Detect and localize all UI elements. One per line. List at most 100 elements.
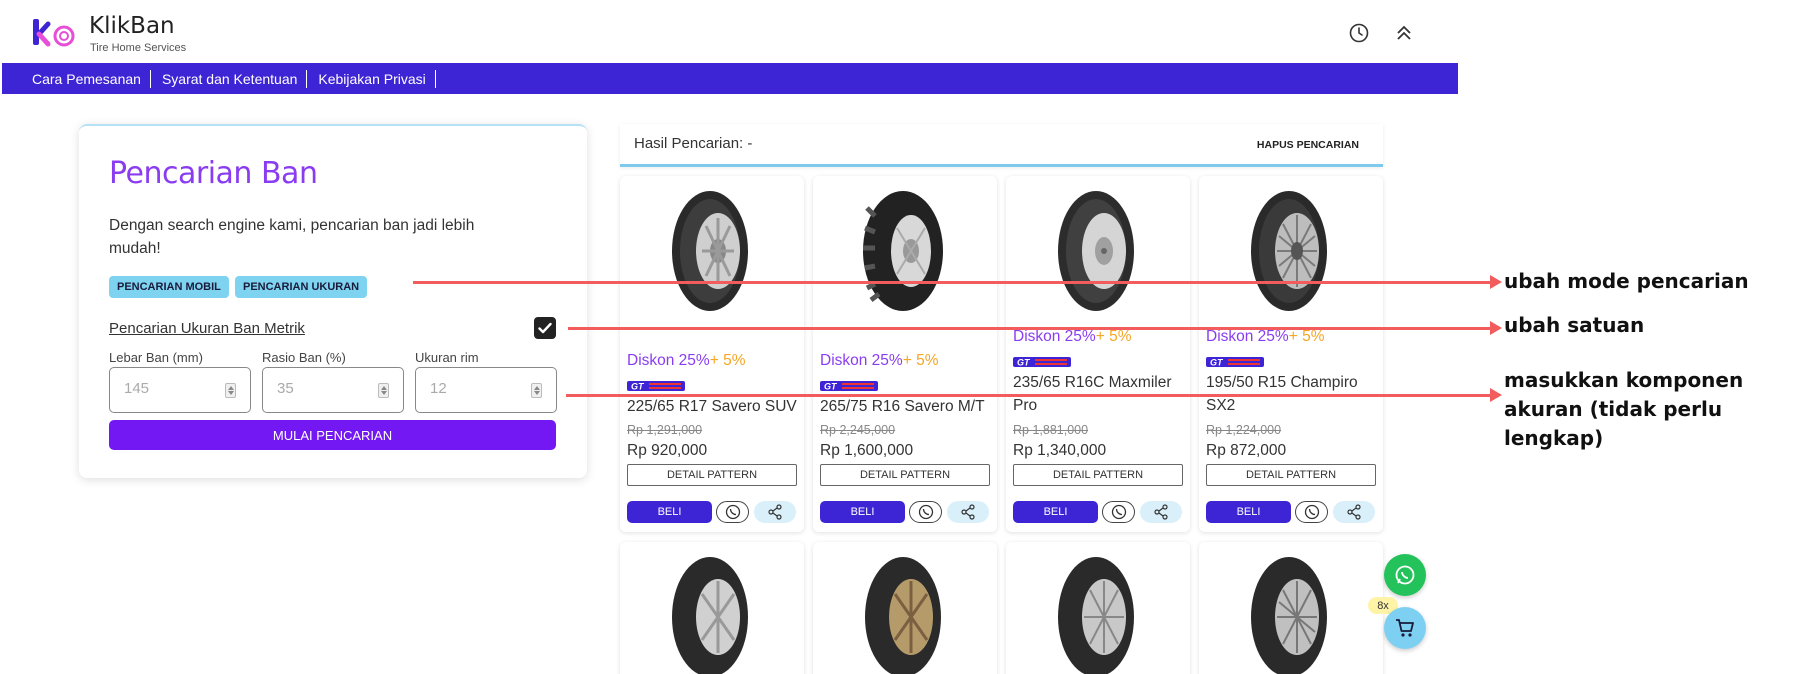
whatsapp-icon xyxy=(1395,565,1415,585)
detail-pattern-button[interactable]: DETAIL PATTERN xyxy=(1013,464,1183,486)
results-title: Hasil Pencarian: - xyxy=(634,135,753,152)
aspect-ratio-input[interactable] xyxy=(262,367,404,413)
sale-price: Rp 920,000 xyxy=(627,442,708,459)
sale-price: Rp 872,000 xyxy=(1206,442,1287,459)
spinner-icon[interactable] xyxy=(378,383,389,398)
results-header: Hasil Pencarian: - HAPUS PENCARIAN xyxy=(620,124,1383,167)
spinner-icon[interactable] xyxy=(531,383,542,398)
brand-name: KlikBan xyxy=(89,13,175,39)
nav-item-syarat-ketentuan[interactable]: Syarat dan Ketentuan xyxy=(162,71,297,87)
metric-size-label[interactable]: Pencarian Ukuran Ban Metrik xyxy=(109,320,305,337)
whatsapp-float-button[interactable] xyxy=(1384,554,1426,596)
annotation-arrow xyxy=(413,281,1493,284)
rim-size-input[interactable] xyxy=(415,367,557,413)
product-card[interactable] xyxy=(1199,542,1383,674)
discount-extra: + 5% xyxy=(709,352,746,369)
detail-pattern-button[interactable]: DETAIL PATTERN xyxy=(627,464,797,486)
detail-pattern-button[interactable]: DETAIL PATTERN xyxy=(1206,464,1376,486)
discount-extra: + 5% xyxy=(1095,328,1132,345)
klikban-logo-icon[interactable] xyxy=(30,16,80,50)
share-button[interactable] xyxy=(1333,501,1375,523)
annotation-arrowhead-icon xyxy=(1490,275,1502,289)
sale-price: Rp 1,600,000 xyxy=(820,442,914,459)
tire-image xyxy=(672,191,748,311)
whatsapp-share-button[interactable] xyxy=(1102,501,1135,523)
share-button[interactable] xyxy=(1140,501,1182,523)
chevron-double-up-icon[interactable] xyxy=(1391,20,1417,46)
nav-item-cara-pemesanan[interactable]: Cara Pemesanan xyxy=(32,71,141,87)
whatsapp-icon xyxy=(918,504,933,520)
whatsapp-share-button[interactable] xyxy=(1295,501,1328,523)
product-name[interactable]: 265/75 R16 Savero M/T xyxy=(820,395,996,418)
nav-divider xyxy=(434,69,436,88)
app-window: KlikBan Tire Home Services Cara Pemesana… xyxy=(0,0,1458,674)
svg-text:GT: GT xyxy=(824,382,838,392)
product-name[interactable]: 225/65 R17 Savero SUV xyxy=(627,395,803,418)
svg-text:GT: GT xyxy=(1210,358,1224,368)
discount-label: Diskon 25%+ 5% xyxy=(627,352,745,370)
start-search-button[interactable]: MULAI PENCARIAN xyxy=(109,420,556,450)
metric-checkbox[interactable] xyxy=(534,317,556,339)
gt-radial-logo-icon: GT xyxy=(1013,357,1071,368)
discount-main: Diskon 25% xyxy=(1013,328,1096,345)
buy-button[interactable]: BELI xyxy=(1013,501,1098,523)
share-button[interactable] xyxy=(947,501,989,523)
share-icon xyxy=(1347,504,1361,520)
svg-text:GT: GT xyxy=(631,382,645,392)
tire-image xyxy=(1058,557,1134,674)
tire-image xyxy=(1058,191,1134,311)
share-icon xyxy=(961,504,975,520)
product-card[interactable] xyxy=(813,542,997,674)
tire-width-input[interactable] xyxy=(109,367,251,413)
product-card[interactable] xyxy=(1006,542,1190,674)
discount-extra: + 5% xyxy=(902,352,939,369)
tire-width-field[interactable] xyxy=(124,380,214,397)
rim-size-field[interactable] xyxy=(430,380,520,397)
cart-float-button[interactable] xyxy=(1384,607,1426,649)
panel-description: Dengan search engine kami, pencarian ban… xyxy=(109,217,475,257)
discount-extra: + 5% xyxy=(1288,328,1325,345)
detail-pattern-button[interactable]: DETAIL PATTERN xyxy=(820,464,990,486)
annotation-size-components: masukkan komponen akuran (tidak perlu le… xyxy=(1504,368,1744,450)
annotation-arrowhead-icon xyxy=(1490,388,1502,402)
product-card[interactable] xyxy=(620,542,804,674)
whatsapp-icon xyxy=(725,504,740,520)
nav-item-kebijakan-privasi[interactable]: Kebijakan Privasi xyxy=(318,71,425,87)
original-price: Rp 1,291,000 xyxy=(627,423,703,437)
annotation-unit: ubah satuan xyxy=(1504,313,1645,337)
buy-button[interactable]: BELI xyxy=(820,501,905,523)
clear-search-button[interactable]: HAPUS PENCARIAN xyxy=(1257,139,1359,151)
search-by-size-button[interactable]: PENCARIAN UKURAN xyxy=(235,276,368,298)
whatsapp-share-button[interactable] xyxy=(909,501,942,523)
discount-main: Diskon 25% xyxy=(820,352,903,369)
top-nav: Cara Pemesanan Syarat dan Ketentuan Kebi… xyxy=(2,63,1458,94)
aspect-ratio-label: Rasio Ban (%) xyxy=(262,350,346,365)
discount-main: Diskon 25% xyxy=(627,352,710,369)
brand-tagline: Tire Home Services xyxy=(90,42,187,54)
cart-icon xyxy=(1396,619,1414,637)
product-card[interactable]: Diskon 25%+ 5% GT 265/75 R16 Savero M/T … xyxy=(813,176,997,532)
buy-button[interactable]: BELI xyxy=(627,501,712,523)
share-button[interactable] xyxy=(754,501,796,523)
rim-size-label: Ukuran rim xyxy=(415,350,479,365)
search-by-car-button[interactable]: PENCARIAN MOBIL xyxy=(109,276,229,298)
product-card[interactable]: Diskon 25%+ 5% GT 235/65 R16C Maxmiler P… xyxy=(1006,176,1190,532)
aspect-ratio-field[interactable] xyxy=(277,380,367,397)
gt-radial-logo-icon: GT xyxy=(627,381,685,392)
annotation-search-mode: ubah mode pencarian xyxy=(1504,269,1749,293)
svg-text:GT: GT xyxy=(1017,358,1031,368)
original-price: Rp 1,224,000 xyxy=(1206,423,1282,437)
check-icon xyxy=(538,322,552,334)
nav-divider xyxy=(306,69,308,88)
product-card[interactable]: Diskon 25%+ 5% GT 225/65 R17 Savero SUV … xyxy=(620,176,804,532)
gt-radial-logo-icon: GT xyxy=(1206,357,1264,368)
share-icon xyxy=(1154,504,1168,520)
whatsapp-share-button[interactable] xyxy=(716,501,749,523)
tire-width-label: Lebar Ban (mm) xyxy=(109,350,203,365)
buy-button[interactable]: BELI xyxy=(1206,501,1291,523)
spinner-icon[interactable] xyxy=(225,383,236,398)
product-card[interactable]: Diskon 25%+ 5% GT 195/50 R15 Champiro SX… xyxy=(1199,176,1383,532)
history-icon[interactable] xyxy=(1346,20,1372,46)
tire-image xyxy=(863,191,943,311)
whatsapp-icon xyxy=(1111,504,1126,520)
